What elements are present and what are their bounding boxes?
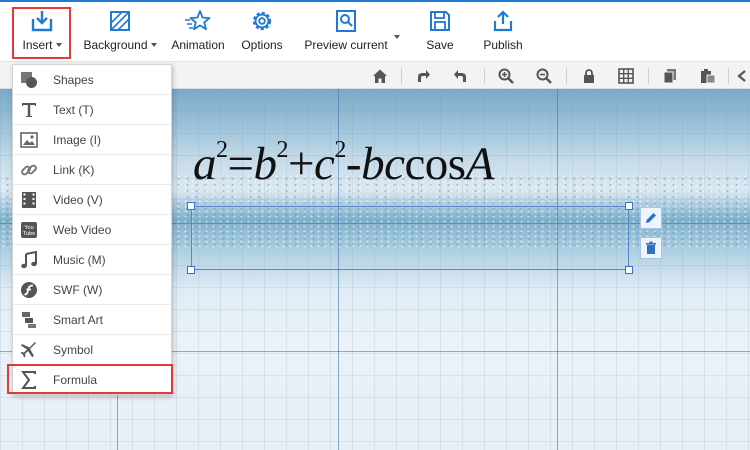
formula-var-b: b [253,138,278,190]
youtube-icon: You Tube [13,215,45,245]
menu-item-text[interactable]: Text (T) [13,95,171,125]
separator [484,68,485,84]
formula-exponent: 2 [334,137,346,163]
animation-button[interactable]: Animation [168,4,228,62]
pencil-icon [646,213,656,223]
link-icon [13,155,45,185]
smart-art-icon [13,305,45,335]
shapes-icon [13,65,45,95]
copy-icon[interactable] [661,67,679,85]
menu-item-label: Web Video [53,222,112,237]
background-dropdown-caret [150,43,157,47]
formula-var-bc: bc [361,138,405,190]
formula-var-A: A [465,138,495,190]
zoom-out-icon[interactable] [535,67,553,85]
image-icon [13,125,45,155]
lock-icon[interactable] [580,67,598,85]
formula-equals: = [227,138,255,190]
menu-item-symbol[interactable]: Symbol [13,335,171,365]
formula-plus: + [288,138,315,190]
separator [648,68,649,84]
menu-item-label: Link (K) [53,162,95,177]
flash-icon [13,275,45,305]
formula-var-c: c [314,138,335,190]
background-icon [100,4,140,38]
home-icon[interactable] [371,67,389,85]
formula-exponent: 2 [276,137,289,163]
separator [728,68,729,84]
menu-item-label: Shapes [53,72,94,87]
resize-handle[interactable] [187,202,195,210]
formula-var-a: a [193,138,217,190]
insert-menu: Shapes Text (T) Image (I) Link (K) Video… [12,64,172,395]
more-arrow-icon[interactable] [734,67,748,85]
resize-handle[interactable] [625,266,633,274]
video-icon [13,185,45,215]
preview-search-icon [326,4,366,38]
paste-icon[interactable] [699,67,717,85]
resize-handle[interactable] [625,202,633,210]
redo-icon[interactable] [414,67,432,85]
publish-share-icon [483,4,523,38]
menu-item-web-video[interactable]: You Tube Web Video [13,215,171,245]
music-icon [13,245,45,275]
delete-object-button[interactable] [640,237,662,259]
options-button[interactable]: Options [236,4,288,62]
formula-highlight-box [7,364,173,394]
menu-item-swf[interactable]: SWF (W) [13,275,171,305]
formula-cos: cos [404,138,466,190]
menu-item-label: Symbol [53,342,94,357]
airplane-icon [13,335,45,365]
resize-handle[interactable] [187,266,195,274]
menu-item-label: Video (V) [53,192,103,207]
separator [401,68,402,84]
formula-object[interactable]: a2=b2+c2-bccosA [193,119,627,190]
menu-item-label: Smart Art [53,312,104,327]
preview-current-label: Preview current [304,38,388,52]
menu-item-link[interactable]: Link (K) [13,155,171,185]
gear-icon [242,4,282,38]
publish-label: Publish [483,38,523,52]
edit-formula-button[interactable] [640,207,662,229]
preview-current-button[interactable]: Preview current [298,4,394,62]
text-icon [13,95,45,125]
menu-item-label: SWF (W) [53,282,103,297]
publish-button[interactable]: Publish [478,4,528,62]
menu-item-label: Image (I) [53,132,102,147]
formula-exponent: 2 [216,137,228,163]
menu-item-shapes[interactable]: Shapes [13,65,171,95]
background-button[interactable]: Background [80,4,160,62]
selection-box[interactable] [191,206,629,270]
trash-icon [646,241,656,254]
options-label: Options [241,38,283,52]
menu-item-image[interactable]: Image (I) [13,125,171,155]
menu-item-smart-art[interactable]: Smart Art [13,305,171,335]
save-button[interactable]: Save [418,4,462,62]
save-label: Save [426,38,454,52]
separator [566,68,567,84]
undo-icon[interactable] [452,67,470,85]
background-label: Background [83,38,148,52]
save-floppy-icon [420,4,460,38]
main-toolbar: Insert Background Animation Options Prev… [0,0,750,61]
animation-label: Animation [171,38,225,52]
menu-item-label: Text (T) [53,102,94,117]
preview-dropdown-caret[interactable] [394,28,400,46]
animation-star-icon [178,4,218,38]
menu-item-music[interactable]: Music (M) [13,245,171,275]
svg-text:Tube: Tube [23,231,35,237]
zoom-in-icon[interactable] [497,67,515,85]
menu-item-video[interactable]: Video (V) [13,185,171,215]
menu-item-label: Music (M) [53,252,106,267]
grid-icon[interactable] [617,67,635,85]
formula-minus: - [345,138,362,190]
insert-highlight-box [12,7,71,59]
